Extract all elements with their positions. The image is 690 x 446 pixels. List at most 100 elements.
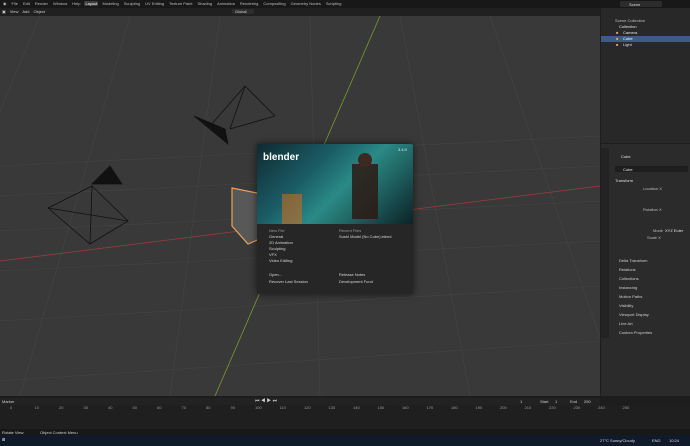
tab-uv-editing[interactable]: UV Editing — [144, 1, 165, 6]
timeline-tick-label: 240 — [598, 405, 605, 410]
playback-controls-icon[interactable]: ⏮ ◀ ▶ ⏭ — [255, 398, 277, 404]
new-video-editing[interactable]: Video Editing — [269, 258, 293, 263]
timeline-tick-label: 80 — [206, 405, 211, 410]
blender-logo: blender — [263, 152, 300, 163]
section-custom-properties[interactable]: Custom Properties — [601, 330, 690, 336]
tab-shading[interactable]: Shading — [196, 1, 213, 6]
timeline-tick-label: 160 — [402, 405, 409, 410]
blender-logo-icon[interactable]: ◉ — [2, 1, 8, 6]
light-icon: ■ — [616, 42, 619, 47]
splash-screen: blender 3.4.0 New File General 2D Animat… — [257, 144, 413, 294]
timeline-tick-label: 60 — [157, 405, 162, 410]
development-fund-link[interactable]: Development Fund — [339, 279, 373, 284]
rotation-row[interactable]: Rotation X — [601, 207, 690, 213]
section-collections[interactable]: Collections — [601, 276, 690, 282]
tab-animation[interactable]: Animation — [216, 1, 236, 6]
viewport-menu-view[interactable]: View — [10, 9, 19, 14]
timeline-tick-label: 250 — [622, 405, 630, 410]
section-viewport-display[interactable]: Viewport Display — [601, 312, 690, 318]
timeline-tick-label: 140 — [353, 405, 360, 410]
tab-sculpting[interactable]: Sculpting — [123, 1, 141, 6]
start-label: Start — [540, 399, 549, 404]
recover-last-session-link[interactable]: Recover Last Session — [269, 279, 308, 284]
viewport-menu: ▣ View Add Object — [2, 9, 45, 14]
timeline-tick-label: 10 — [34, 405, 39, 410]
open-file-link[interactable]: Open... — [269, 272, 282, 277]
menu-edit[interactable]: Edit — [22, 1, 31, 6]
tab-rendering[interactable]: Rendering — [239, 1, 259, 6]
new-sculpting[interactable]: Sculpting — [269, 246, 285, 251]
object-name-field[interactable]: Cube — [615, 166, 688, 172]
orientation-label: Global — [235, 9, 247, 14]
orientation-dropdown[interactable]: Global — [232, 9, 254, 14]
section-delta-transform[interactable]: Delta Transform — [601, 258, 690, 264]
recent-file-item[interactable]: Sushi Model (No Cube).blend — [339, 234, 391, 239]
section-relations[interactable]: Relations — [601, 267, 690, 273]
viewport-menu-object[interactable]: Object — [34, 9, 46, 14]
language-indicator[interactable]: ENG — [652, 438, 661, 443]
current-frame-field[interactable]: 1 — [520, 399, 522, 404]
start-frame-field[interactable]: 1 — [555, 399, 557, 404]
timeline-tick-label: 180 — [451, 405, 458, 410]
viewport-menu-add[interactable]: Add — [22, 9, 29, 14]
timeline-tick-label: 220 — [549, 405, 556, 410]
mode-row[interactable]: Mode XYZ Euler — [601, 228, 690, 234]
camera-object — [47, 165, 129, 245]
end-frame-field[interactable]: 250 — [584, 399, 591, 404]
section-line-art[interactable]: Line Art — [601, 321, 690, 327]
os-taskbar: ⊞ 27°C Sunny/Cloudy ENG 10:24 — [0, 435, 690, 446]
scale-row[interactable]: Scale X — [601, 235, 690, 241]
tab-texture-paint[interactable]: Texture Paint — [168, 1, 193, 6]
menu-file[interactable]: File — [11, 1, 19, 6]
timeline-tick-label: 50 — [132, 405, 137, 410]
section-motion-paths[interactable]: Motion Paths — [601, 294, 690, 300]
weather-widget[interactable]: 27°C Sunny/Cloudy — [600, 438, 635, 443]
timeline-tick-label: 230 — [573, 405, 581, 410]
timeline-tick-label: 120 — [304, 405, 311, 410]
mode-icon[interactable]: ▣ — [2, 9, 6, 14]
splash-version: 3.4.0 — [398, 147, 407, 152]
outliner-panel: Scene Collection Collection ■ Camera ■ C… — [601, 8, 690, 143]
clock: 10:24 — [669, 438, 680, 443]
new-2d-animation[interactable]: 2D Animation — [269, 240, 293, 245]
timeline-tick-label: 0 — [10, 405, 13, 410]
scene-selector[interactable]: Scene — [620, 1, 662, 7]
menu-window[interactable]: Window — [52, 1, 68, 6]
end-label: End — [570, 399, 578, 404]
tab-geometry-nodes[interactable]: Geometry Nodes — [290, 1, 322, 6]
timeline-area[interactable] — [0, 405, 690, 429]
tab-modeling[interactable]: Modeling — [101, 1, 119, 6]
section-visibility[interactable]: Visibility — [601, 303, 690, 309]
timeline-tick-label: 30 — [83, 405, 88, 410]
timeline-tick-label: 170 — [426, 405, 434, 410]
release-notes-link[interactable]: Release Notes — [339, 272, 365, 277]
section-instancing[interactable]: Instancing — [601, 285, 690, 291]
timeline-tick-label: 40 — [108, 405, 113, 410]
timeline-tick-label: 100 — [255, 405, 262, 410]
menu-render[interactable]: Render — [34, 1, 49, 6]
recent-files-title: Recent Files — [339, 228, 362, 233]
new-vfx[interactable]: VFX — [269, 252, 277, 257]
tab-layout[interactable]: Layout — [84, 1, 99, 6]
location-row[interactable]: Location X — [601, 186, 690, 192]
timeline-tick-label: 190 — [475, 405, 483, 410]
properties-tab-strip[interactable] — [601, 148, 609, 338]
menu-help[interactable]: Help — [71, 1, 81, 6]
timeline-tick-label: 20 — [59, 405, 64, 410]
timeline-header: Marker 1 Start 1 End 250 ⏮ ◀ ▶ ⏭ — [0, 398, 600, 405]
timeline-tick-label: 200 — [500, 405, 507, 410]
timeline-marker-menu[interactable]: Marker — [2, 399, 14, 404]
tab-scripting[interactable]: Scripting — [325, 1, 343, 6]
light-object — [193, 85, 276, 146]
timeline-tick-label: 130 — [328, 405, 336, 410]
new-general[interactable]: General — [269, 234, 283, 239]
outliner-item-light[interactable]: ■ Light — [601, 42, 690, 48]
timeline-tick-label: 90 — [230, 405, 235, 410]
timeline-tick-label: 70 — [181, 405, 186, 410]
mesh-icon: ■ — [616, 36, 619, 41]
tab-compositing[interactable]: Compositing — [262, 1, 286, 6]
transform-section[interactable]: Transform — [601, 178, 690, 184]
timeline-tick-label: 210 — [524, 405, 532, 410]
start-icon[interactable]: ⊞ — [2, 437, 5, 442]
timeline-tick-label: 110 — [279, 405, 286, 410]
